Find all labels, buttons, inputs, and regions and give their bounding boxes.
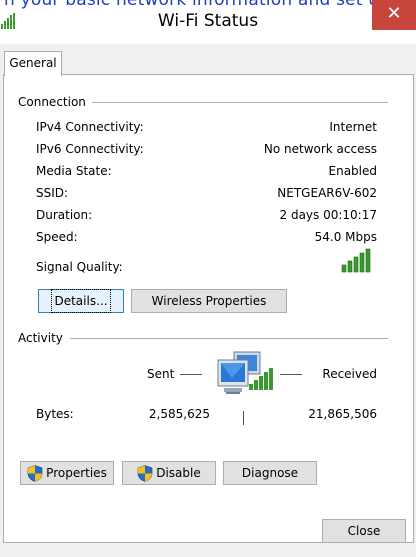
- connection-divider: [92, 102, 388, 103]
- close-button[interactable]: Close: [322, 519, 406, 543]
- diagnose-button[interactable]: Diagnose: [223, 461, 317, 485]
- properties-button-label: Properties: [46, 466, 107, 480]
- received-connector-line: [280, 374, 302, 375]
- duration-value: 2 days 00:10:17: [279, 208, 377, 222]
- wireless-properties-button[interactable]: Wireless Properties: [131, 289, 287, 313]
- sent-label: Sent: [147, 367, 175, 381]
- uac-shield-icon: [137, 464, 153, 482]
- ipv6-value: No network access: [263, 142, 377, 156]
- signal-quality-icon: [341, 248, 371, 273]
- speed-value: 54.0 Mbps: [314, 230, 377, 244]
- received-label: Received: [322, 367, 377, 381]
- details-button-label: Details...: [51, 289, 111, 313]
- speed-label: Speed:: [36, 230, 78, 244]
- uac-shield-icon: [27, 464, 43, 482]
- media-state-label: Media State:: [36, 164, 112, 178]
- ssid-value: NETGEAR6V-602: [277, 186, 377, 200]
- duration-label: Duration:: [36, 208, 93, 222]
- details-button[interactable]: Details...: [38, 289, 124, 313]
- connection-section-label: Connection: [18, 95, 86, 109]
- signal-quality-label: Signal Quality:: [36, 260, 123, 274]
- ipv6-label: IPv6 Connectivity:: [36, 142, 144, 156]
- tab-panel-general: Connection IPv4 Connectivity: Internet I…: [3, 74, 414, 543]
- disable-button[interactable]: Disable: [122, 461, 216, 485]
- properties-button[interactable]: Properties: [20, 461, 114, 485]
- activity-divider: [70, 338, 388, 339]
- bytes-label: Bytes:: [36, 407, 74, 421]
- network-computers-icon: [217, 351, 273, 394]
- media-state-value: Enabled: [328, 164, 378, 178]
- sent-connector-line: [180, 374, 202, 375]
- disable-button-label: Disable: [156, 466, 201, 480]
- background-window-text: n your basic network information and set…: [4, 0, 416, 10]
- ipv4-label: IPv4 Connectivity:: [36, 120, 144, 134]
- ssid-label: SSID:: [36, 186, 69, 200]
- close-window-button[interactable]: ✕: [372, 0, 416, 30]
- window-title: Wi-Fi Status: [157, 11, 259, 31]
- title-bar: n your basic network information and set…: [0, 0, 416, 44]
- activity-center-line: [243, 411, 244, 425]
- window-body: General Connection IPv4 Connectivity: In…: [0, 44, 416, 557]
- ipv4-value: Internet: [329, 120, 377, 134]
- bytes-sent-value: 2,585,625: [148, 407, 210, 421]
- tab-general[interactable]: General: [4, 51, 62, 76]
- bytes-received-value: 21,865,506: [308, 407, 377, 421]
- activity-section-label: Activity: [18, 331, 63, 345]
